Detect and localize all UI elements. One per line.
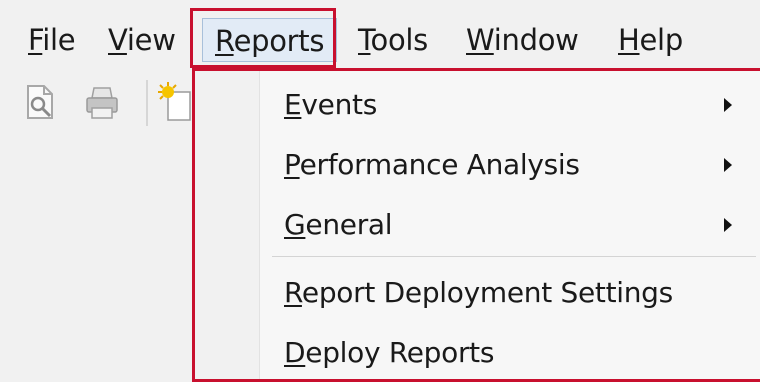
menu-item-report-deployment-settings[interactable]: Report Deployment Settings [256, 264, 756, 322]
deploy-reports-label: eploy Reports [305, 336, 495, 369]
menu-window-mnemonic: W [466, 23, 494, 57]
deploy-reports-mnemonic: D [284, 336, 306, 369]
menu-tools-mnemonic: T [358, 23, 371, 57]
events-label: vents [301, 88, 378, 121]
report-deployment-settings-mnemonic: R [284, 276, 302, 309]
menu-view-label: iew [126, 23, 176, 57]
menu-help-label: elp [639, 23, 684, 57]
application-window: File View Reports Tools Window Help Even… [0, 0, 760, 382]
submenu-arrow-icon [724, 158, 732, 172]
submenu-arrow-icon [724, 98, 732, 112]
menu-help[interactable]: Help [618, 18, 683, 62]
menu-window-label: indow [493, 23, 579, 57]
menu-reports-label: eports [233, 24, 325, 58]
menu-tools[interactable]: Tools [358, 18, 428, 62]
menu-item-events[interactable]: Events [256, 76, 756, 134]
menu-item-performance-analysis[interactable]: Performance Analysis [256, 136, 756, 194]
menu-icon-gutter [195, 71, 260, 379]
menu-separator [272, 256, 756, 257]
menu-tools-label: ools [370, 23, 429, 57]
new-report-icon[interactable] [156, 82, 192, 122]
general-label: eneral [305, 208, 393, 241]
print-icon[interactable] [84, 82, 120, 122]
menu-item-general[interactable]: General [256, 196, 756, 254]
menu-item-deploy-reports[interactable]: Deploy Reports [256, 324, 756, 382]
submenu-arrow-icon [724, 218, 732, 232]
menu-reports-mnemonic: R [215, 24, 234, 58]
menu-window[interactable]: Window [466, 18, 579, 62]
print-preview-icon[interactable] [22, 82, 58, 122]
report-deployment-settings-label: eport Deployment Settings [301, 276, 673, 309]
toolbar-separator [146, 80, 148, 126]
menu-help-mnemonic: H [618, 23, 640, 57]
performance-analysis-label: erformance Analysis [299, 148, 580, 181]
menu-file-mnemonic: F [28, 23, 43, 57]
performance-analysis-mnemonic: P [284, 148, 300, 181]
menu-view[interactable]: View [108, 18, 176, 62]
menu-view-mnemonic: V [108, 23, 127, 57]
menu-reports[interactable]: Reports [202, 18, 338, 62]
events-mnemonic: E [284, 88, 302, 121]
menu-bar: File View Reports Tools Window Help [0, 0, 760, 70]
menu-file[interactable]: File [28, 18, 76, 62]
general-mnemonic: G [284, 208, 306, 241]
menu-file-label: ile [42, 23, 76, 57]
